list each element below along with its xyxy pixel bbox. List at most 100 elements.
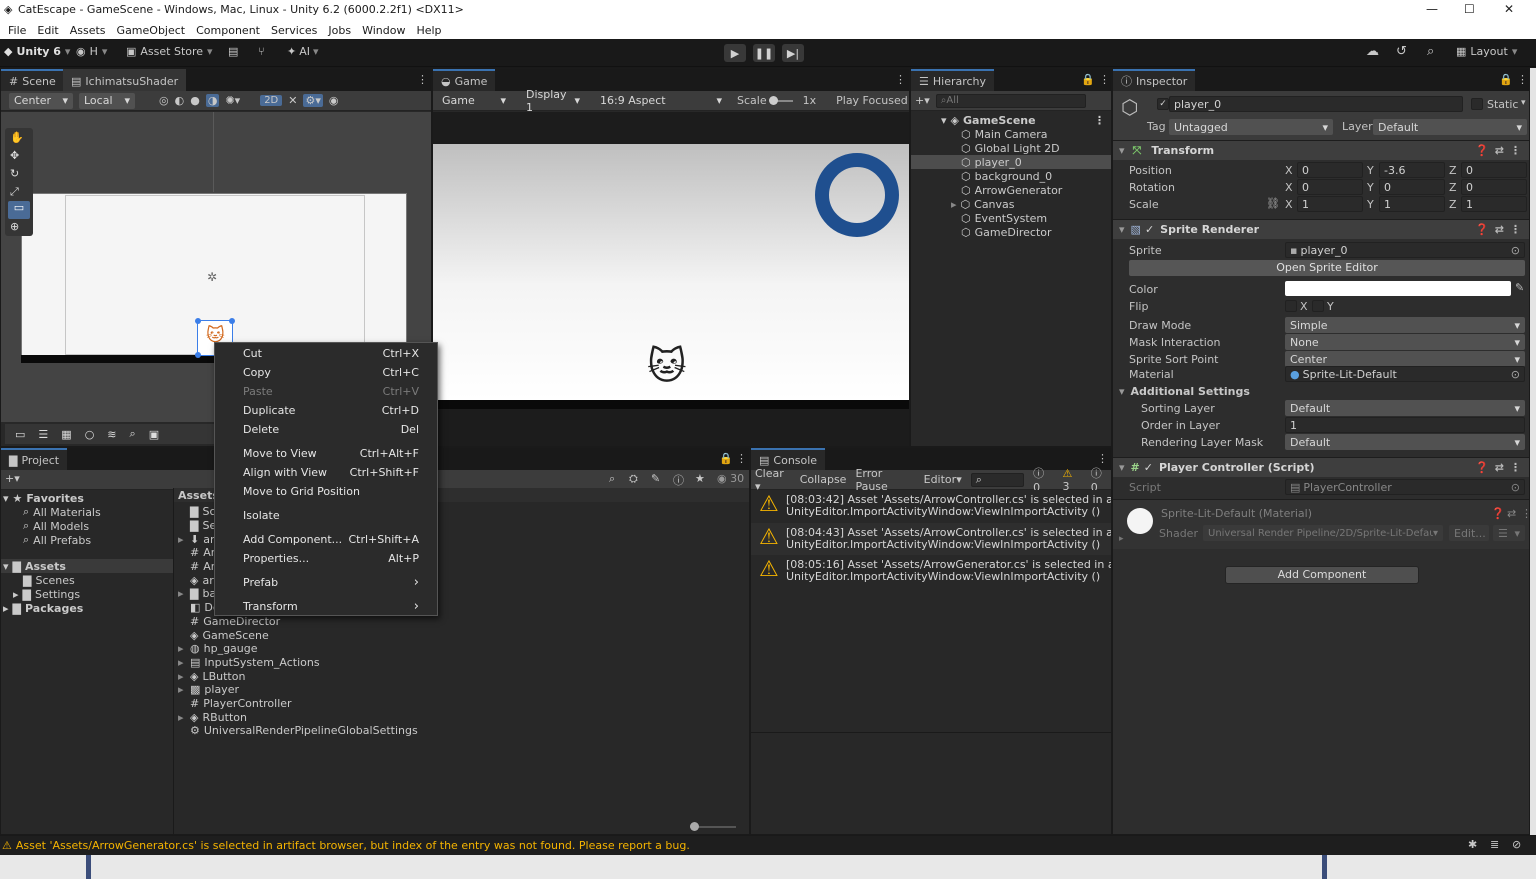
transform-x-field[interactable]: 1 — [1297, 196, 1363, 212]
tab-project[interactable]: ▇ Project — [1, 448, 68, 470]
preset-icon[interactable]: ⇄ — [1495, 223, 1504, 236]
game-viewport[interactable]: 🐱 — [433, 112, 909, 446]
add-object-button[interactable]: +▾ — [915, 94, 930, 107]
mask-interaction-dropdown[interactable]: None ▾ — [1285, 334, 1525, 350]
list-item[interactable]: ▸ ◈ LButton — [174, 669, 749, 683]
sorting-layer-dropdown[interactable]: Default ▾ — [1285, 400, 1525, 416]
play-button[interactable]: ▶ — [724, 44, 746, 62]
hierarchy-item[interactable]: ⬡ player_0 — [911, 155, 1111, 169]
editor-dropdown[interactable]: Editor▾ — [924, 473, 962, 486]
panel-menu-icon[interactable]: ⋮ — [895, 73, 906, 86]
preset-icon[interactable]: ⇄ — [1495, 144, 1504, 157]
preset-icon[interactable]: ⇄ — [1507, 507, 1516, 520]
component-menu-icon[interactable]: ⋮ — [1510, 144, 1521, 157]
folder-scenes[interactable]: ▇ Scenes — [1, 573, 173, 587]
context-menu-item[interactable]: Align with View Ctrl+Shift+F — [215, 463, 437, 482]
menu-services[interactable]: Services — [271, 24, 317, 37]
lock-icon[interactable]: 🔒 — [719, 452, 733, 465]
menu-window[interactable]: Window — [362, 24, 405, 37]
panel-menu-icon[interactable]: ⋮ — [736, 452, 747, 465]
rendering-layer-mask-dropdown[interactable]: Default ▾ — [1285, 434, 1525, 450]
order-in-layer-field[interactable]: 1 — [1285, 417, 1525, 433]
warning-count-toggle[interactable]: ⚠ 3 — [1062, 467, 1081, 493]
panel-menu-icon[interactable]: ⋮ — [1097, 452, 1108, 465]
console-entry[interactable]: ⚠ [08:05:16] Asset 'Assets/ArrowGenerator… — [751, 555, 1111, 588]
rect-select-icon[interactable]: ▭ — [15, 428, 25, 441]
list-item[interactable]: ▸ ◍ hp_gauge — [174, 642, 749, 656]
tab-inspector[interactable]: ⓘ Inspector — [1113, 69, 1196, 91]
transform-header[interactable]: ▾ ⤧ Transform ❓ ⇄ ⋮ — [1113, 140, 1529, 160]
visibility-icon[interactable]: ◉ — [329, 94, 339, 107]
move-tool-icon[interactable]: ✥ — [10, 149, 19, 162]
panel-menu-icon[interactable]: ⋮ — [417, 73, 428, 86]
hierarchy-item[interactable]: ⬡ Global Light 2D — [911, 141, 1111, 155]
tab-game[interactable]: ◒ Game — [433, 69, 496, 91]
list-item[interactable]: ▸ ▤ InputSystem_Actions — [174, 656, 749, 670]
space-dropdown[interactable]: Local ▾ — [79, 92, 135, 109]
object-name-input[interactable]: player_0 — [1169, 96, 1463, 112]
color-swatch[interactable] — [1285, 281, 1511, 296]
hierarchy-item[interactable]: ▸ ⬡ Canvas — [911, 197, 1111, 211]
grid-icon[interactable]: ◎ — [159, 94, 169, 107]
scale-tool-icon[interactable]: ⤢ — [10, 185, 19, 199]
help-icon[interactable]: ❓ — [1475, 223, 1489, 236]
favorites-foldout[interactable]: ▾ ★ Favorites — [1, 491, 173, 505]
tab-ichimatsu-shader[interactable]: ▤ IchimatsuShader — [63, 69, 187, 91]
status-message[interactable]: Asset 'Assets/ArrowGenerator.cs' is sele… — [16, 839, 690, 852]
context-menu-item[interactable]: Duplicate Ctrl+D — [215, 401, 437, 420]
progress-icon[interactable]: ≣ — [1490, 838, 1499, 851]
grid-snap-icon[interactable]: ▦ — [61, 428, 71, 441]
static-checkbox[interactable] — [1471, 98, 1483, 110]
draw-mode-dropdown[interactable]: Simple ▾ — [1285, 317, 1525, 333]
transform-x-field[interactable]: 0 — [1297, 162, 1363, 178]
transform-tool-icon[interactable]: ⊕ — [10, 220, 19, 233]
search-icon[interactable]: ⌕ — [1427, 44, 1434, 59]
close-button[interactable]: ✕ — [1504, 2, 1514, 16]
scale-slider[interactable] — [768, 95, 793, 105]
transform-z-field[interactable]: 0 — [1461, 162, 1527, 178]
pivot-dropdown[interactable]: Center ▾ — [9, 92, 73, 109]
orientation-icon[interactable]: ◐ — [175, 94, 185, 107]
step-button[interactable]: ▶| — [782, 44, 804, 62]
hierarchy-item[interactable]: ⬡ GameDirector — [911, 225, 1111, 239]
panel-menu-icon[interactable]: ⋮ — [1099, 73, 1110, 86]
context-menu-item[interactable]: Properties... Alt+P — [215, 549, 437, 568]
label-filter-icon[interactable]: ✎ — [651, 472, 660, 485]
player-controller-checkbox[interactable]: ✓ — [1144, 461, 1153, 474]
asset-store-button[interactable]: ▣ Asset Store ▾ — [126, 45, 213, 58]
static-dropdown[interactable]: ▾ — [1521, 98, 1526, 108]
hierarchy-item[interactable]: ⬡ ArrowGenerator — [911, 183, 1111, 197]
packages-folder[interactable]: ▸ ▇ Packages — [1, 601, 173, 615]
help-icon[interactable]: ❓ — [1491, 507, 1505, 520]
preset-icon[interactable]: ⇄ — [1495, 461, 1504, 474]
context-menu-item[interactable]: Prefab › — [215, 573, 437, 592]
collapse-button[interactable]: Collapse — [800, 473, 847, 486]
hierarchy-item[interactable]: ⬡ background_0 — [911, 169, 1111, 183]
list-item[interactable]: # PlayerController — [174, 697, 749, 711]
transform-x-field[interactable]: 0 — [1297, 179, 1363, 195]
create-asset-button[interactable]: +▾ — [5, 472, 20, 485]
layout-dropdown[interactable]: ▦ Layout ▾ — [1456, 45, 1517, 58]
menu-file[interactable]: File — [8, 24, 26, 37]
favorite-all-models[interactable]: ⌕ All Models — [1, 519, 173, 533]
icon-size-slider[interactable] — [690, 822, 736, 831]
shading-icon[interactable]: ● — [190, 94, 200, 107]
account-dropdown[interactable]: ◉ H ▾ — [76, 45, 107, 58]
hierarchy-item[interactable]: ⬡ EventSystem — [911, 211, 1111, 225]
lighting-icon[interactable]: ◑ — [205, 94, 220, 107]
menu-assets[interactable]: Assets — [70, 24, 106, 37]
minimize-button[interactable]: — — [1426, 2, 1438, 16]
context-menu-item[interactable]: Move to View Ctrl+Alt+F — [215, 444, 437, 463]
assets-folder[interactable]: ▾ ▇ Assets — [1, 559, 173, 573]
error-pause-button[interactable]: Error Pause — [855, 467, 914, 493]
menu-help[interactable]: Help — [416, 24, 441, 37]
type-filter-icon[interactable]: ⛭ — [629, 472, 638, 486]
maximize-button[interactable]: ☐ — [1464, 2, 1475, 16]
eyedropper-icon[interactable]: ✎ — [1515, 281, 1524, 294]
play-focused-dropdown[interactable]: Play Focused — [836, 94, 908, 107]
shader-options-dropdown[interactable]: ☰ ▾ — [1493, 525, 1525, 541]
favorite-all-prefabs[interactable]: ⌕ All Prefabs — [1, 533, 173, 547]
pause-button[interactable]: ❚❚ — [753, 44, 775, 62]
player-controller-header[interactable]: ▾ # ✓ Player Controller (Script) ❓ ⇄ ⋮ — [1113, 457, 1529, 477]
error-filter-icon[interactable]: ⓘ — [673, 472, 684, 488]
